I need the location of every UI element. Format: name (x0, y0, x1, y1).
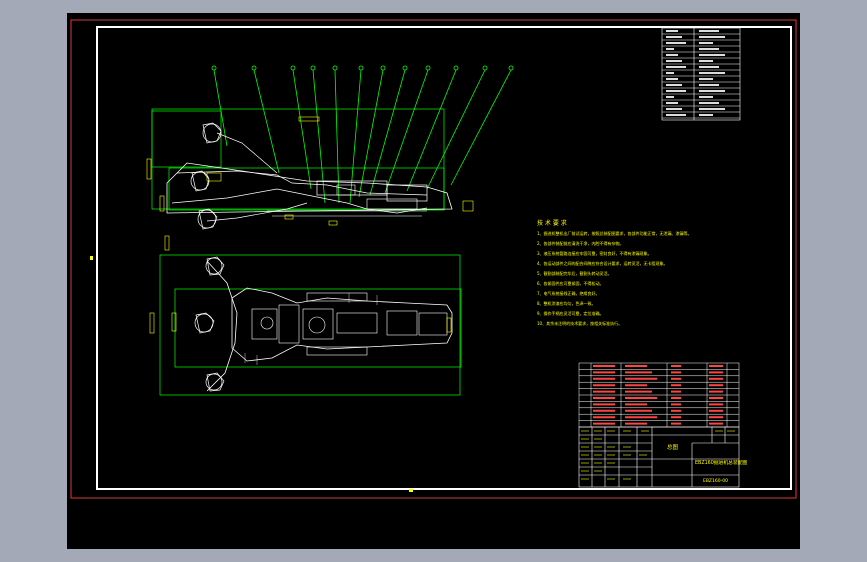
outer-border (70, 19, 797, 499)
parts-list-table (578, 362, 740, 428)
tech-req-line: 2、各部件装配前应清洗干净，内腔不得有杂物。 (537, 240, 624, 246)
center-mark-bottom (409, 489, 413, 492)
tech-req-heading: 技 术 要 求 (537, 219, 567, 227)
tech-req-line: 5、截割部装配完毕后，截割头转动灵活。 (537, 270, 612, 276)
tech-req-line: 7、电气系统接线正确，绝缘良好。 (537, 290, 600, 296)
title-block-name: 总图 (667, 443, 679, 451)
tech-req-line: 10、其余未注明的技术要求，按相关标准执行。 (537, 320, 622, 326)
title-block-code: EBZ160-00 (703, 478, 728, 484)
cad-viewport[interactable]: 技 术 要 求 1、掘进机整机出厂前试运转，按照总装配图要求，各部件功能正常，无… (67, 13, 800, 549)
title-block-product: EBZ160掘进机总装配图 (695, 459, 748, 466)
parameter-table (661, 27, 741, 121)
tech-req-line: 4、各运动部件之间的配合间隙应符合设计要求，运转灵活，无卡阻现象。 (537, 260, 668, 266)
tech-req-line: 6、各紧固件应可靠紧固，不得松动。 (537, 280, 604, 286)
side-view (146, 108, 474, 251)
corner-marks (70, 19, 797, 499)
tech-req-line: 1、掘进机整机出厂前试运转，按照总装配图要求，各部件功能正常，无泄漏、渗漏等。 (537, 230, 692, 236)
tech-req-line: 3、液压系统管路连接应牢固可靠，密封良好，不得有渗漏现象。 (537, 250, 652, 256)
title-block (578, 426, 740, 488)
cad-drawing: 技 术 要 求 1、掘进机整机出厂前试运转，按照总装配图要求，各部件功能正常，无… (70, 19, 797, 499)
plan-view (149, 254, 462, 396)
tech-req-line: 8、整机涂漆应均匀，色泽一致。 (537, 300, 596, 306)
technical-requirements: 技 术 要 求 1、掘进机整机出厂前试运转，按照总装配图要求，各部件功能正常，无… (537, 219, 692, 326)
drawing-frame (96, 26, 792, 490)
center-mark-left (90, 256, 93, 260)
tech-req-line: 9、操作手柄应灵活可靠，定位准确。 (537, 310, 604, 316)
